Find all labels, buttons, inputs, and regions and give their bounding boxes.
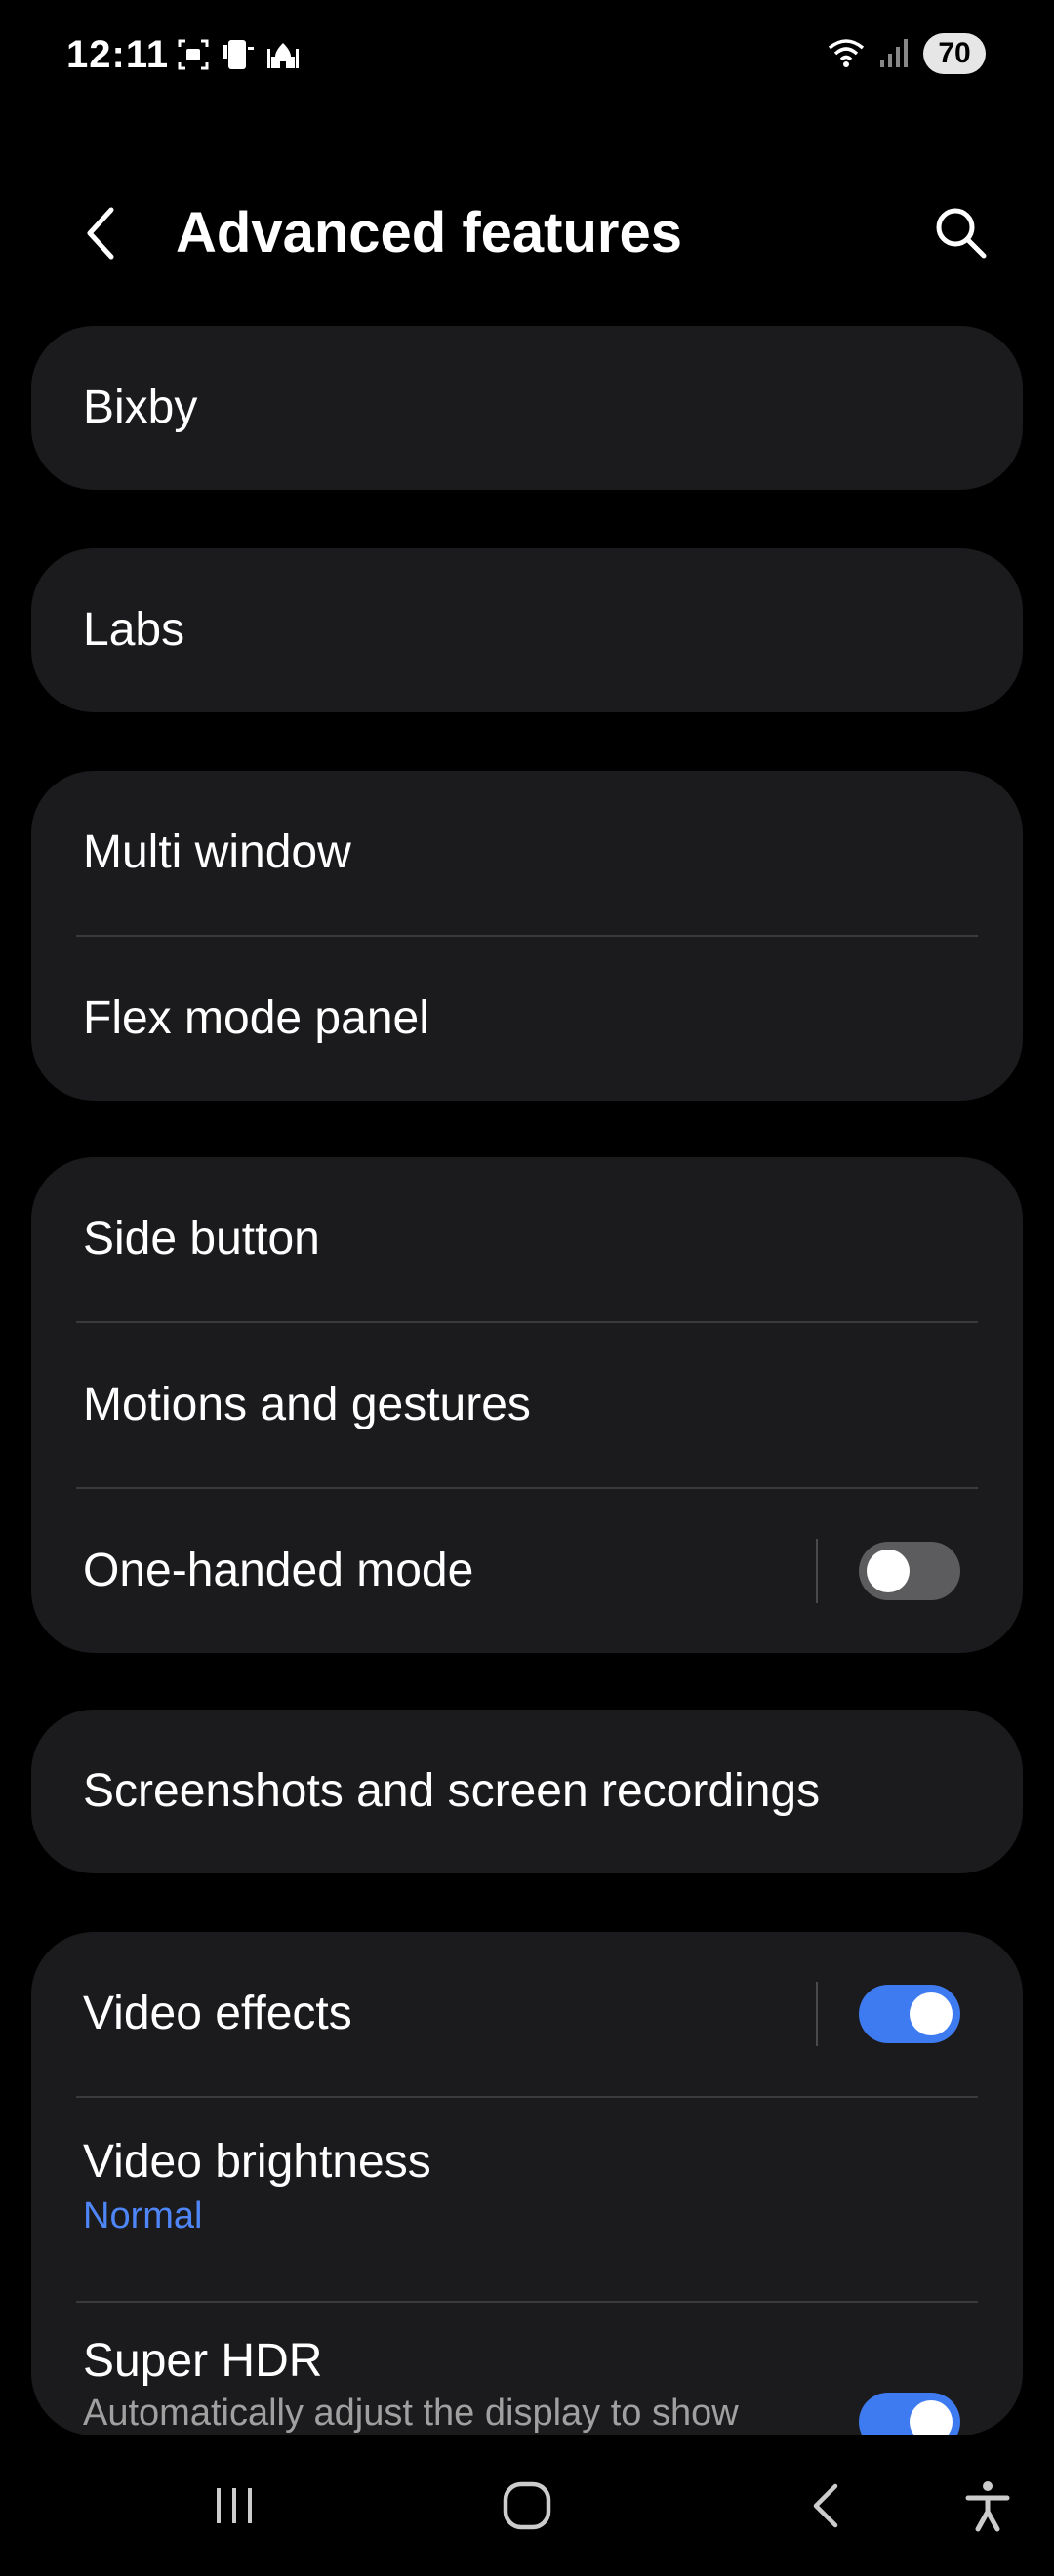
settings-item-label: Multi window [83, 826, 351, 878]
card-screenshots: Screenshots and screen recordings [31, 1710, 1023, 1873]
home-button[interactable] [488, 2469, 566, 2547]
recent-apps-button[interactable] [195, 2469, 273, 2547]
settings-item-label: One-handed mode [83, 1545, 474, 1596]
accessibility-button[interactable] [949, 2469, 1027, 2547]
toggle-knob [910, 2400, 953, 2435]
settings-item-side-button[interactable]: Side button [31, 1157, 1023, 1321]
status-notification-icons [176, 37, 301, 77]
battery-indicator: 70 [923, 33, 986, 74]
signal-icon [878, 34, 912, 74]
settings-item-one-handed-mode[interactable]: One-handed mode [31, 1489, 1023, 1653]
settings-item-bixby[interactable]: Bixby [31, 326, 1023, 490]
page-title: Advanced features [176, 201, 682, 264]
settings-item-label: Bixby [83, 382, 198, 433]
settings-item-super-hdr[interactable]: Super HDR Automatically adjust the displ… [31, 2303, 1023, 2435]
search-icon [931, 203, 990, 266]
super-hdr-description: Automatically adjust the display to show [83, 2393, 739, 2434]
recent-apps-icon [205, 2476, 264, 2540]
back-icon [796, 2476, 855, 2540]
super-hdr-toggle[interactable] [859, 2393, 960, 2435]
settings-item-label: Side button [83, 1213, 320, 1265]
toggle-separator [816, 1982, 818, 2046]
settings-item-label: Video brightness [83, 2136, 431, 2188]
one-handed-mode-toggle[interactable] [859, 1542, 960, 1600]
app-bar: Advanced features [0, 176, 1054, 293]
status-time: 12:11 [66, 33, 170, 76]
status-bar: 12:11 70 [0, 0, 1054, 117]
mosque-icon [265, 37, 301, 77]
toggle-knob [867, 1550, 910, 1592]
settings-item-motions-gestures[interactable]: Motions and gestures [31, 1323, 1023, 1487]
back-nav-button[interactable] [787, 2469, 865, 2547]
settings-item-screenshots[interactable]: Screenshots and screen recordings [31, 1710, 1023, 1873]
home-icon [498, 2476, 556, 2540]
accessibility-icon [958, 2476, 1017, 2540]
status-system-icons: 70 [826, 33, 986, 74]
screenshot-icon [176, 37, 211, 77]
settings-item-flex-mode-panel[interactable]: Flex mode panel [31, 937, 1023, 1101]
settings-item-label: Super HDR [83, 2335, 323, 2387]
video-brightness-value: Normal [83, 2195, 203, 2236]
toggle-separator [816, 1539, 818, 1603]
card-bixby: Bixby [31, 326, 1023, 490]
settings-item-label: Video effects [83, 1988, 352, 2039]
settings-item-multi-window[interactable]: Multi window [31, 771, 1023, 935]
card-video: Video effects Video brightness Normal Su… [31, 1932, 1023, 2435]
phone-icon [221, 37, 256, 77]
settings-item-label: Screenshots and screen recordings [83, 1765, 821, 1817]
card-controls: Side button Motions and gestures One-han… [31, 1157, 1023, 1653]
card-multi-window: Multi window Flex mode panel [31, 771, 1023, 1101]
search-button[interactable] [925, 199, 995, 269]
settings-item-label: Labs [83, 604, 185, 656]
card-labs: Labs [31, 548, 1023, 712]
video-effects-toggle[interactable] [859, 1985, 960, 2043]
chevron-left-icon [82, 204, 121, 267]
settings-item-label: Flex mode panel [83, 992, 429, 1044]
toggle-knob [910, 1992, 953, 2035]
back-button[interactable] [70, 201, 133, 269]
wifi-icon [826, 34, 867, 74]
settings-item-labs[interactable]: Labs [31, 548, 1023, 712]
settings-item-video-brightness[interactable]: Video brightness Normal [31, 2098, 1023, 2301]
navigation-bar [0, 2439, 1054, 2576]
settings-item-label: Motions and gestures [83, 1379, 531, 1430]
settings-item-video-effects[interactable]: Video effects [31, 1932, 1023, 2096]
